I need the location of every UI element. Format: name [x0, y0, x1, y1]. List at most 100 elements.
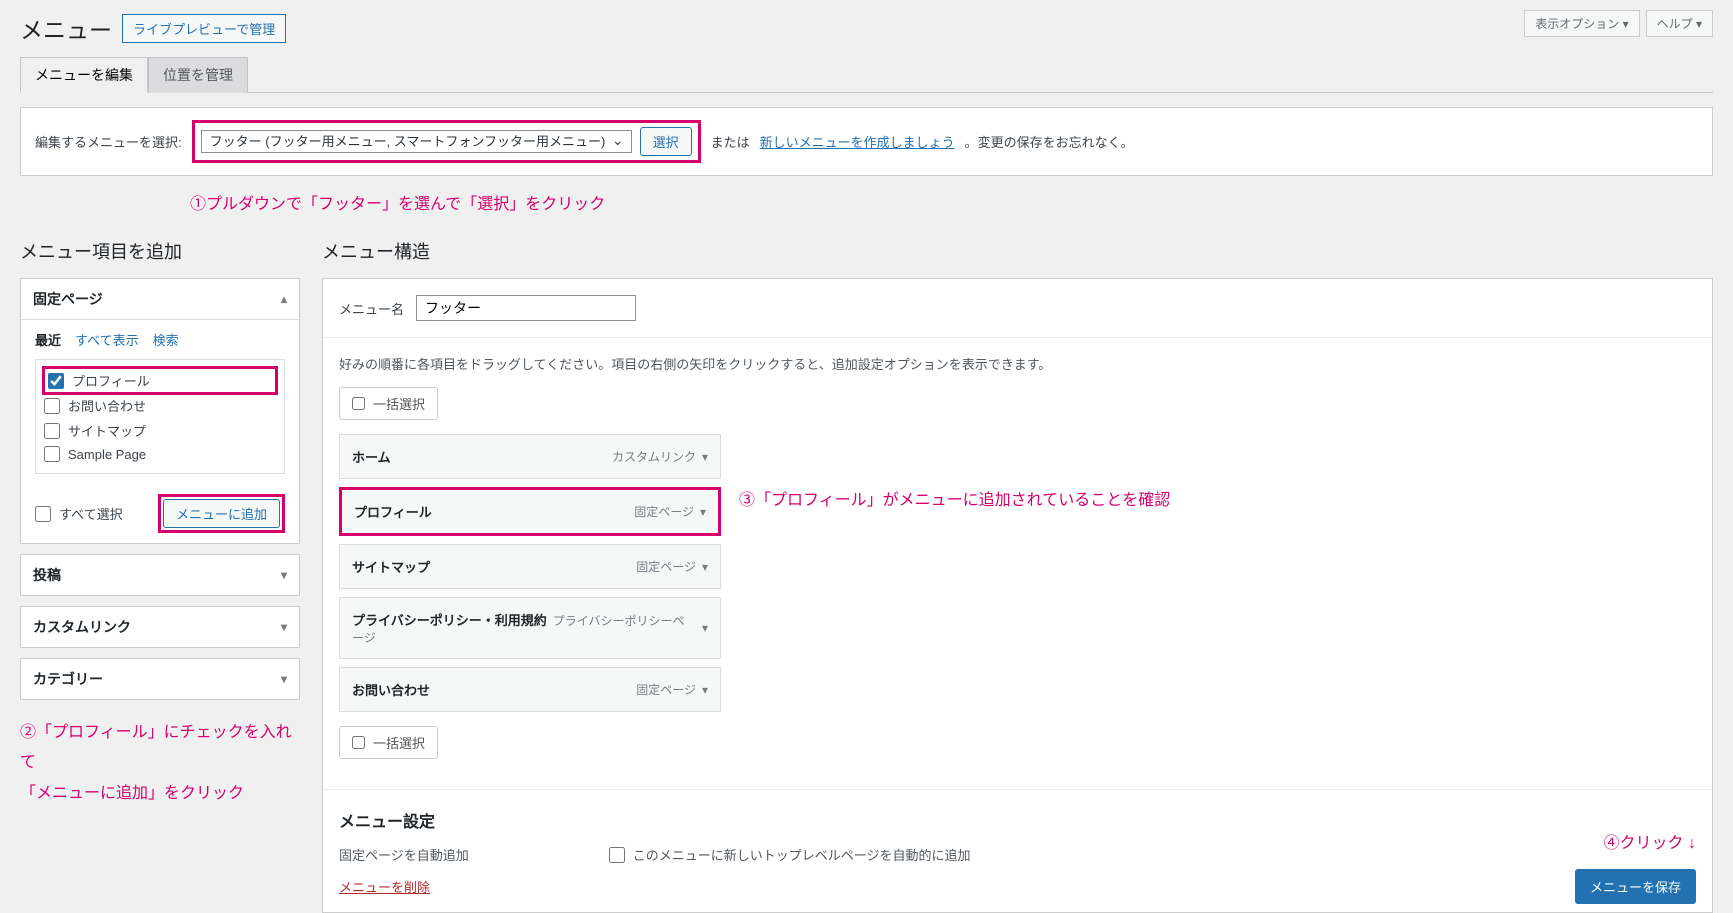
menu-item-title: サイトマップ — [352, 560, 430, 575]
menu-item-type: 固定ページ▾ — [636, 558, 708, 575]
menu-item-title: プロフィール — [354, 505, 432, 520]
bulk-select-label-bottom: 一括選択 — [373, 733, 425, 752]
page-item-label: Sample Page — [68, 447, 146, 462]
metabox-categories-title: カテゴリー — [33, 669, 103, 689]
inner-tab-all[interactable]: すべて表示 — [75, 330, 139, 349]
metabox-posts-toggle[interactable]: 投稿 ▾ — [21, 555, 299, 595]
annotation-2: ②「プロフィール」にチェックを入れて 「メニューに追加」をクリック — [20, 718, 300, 809]
bulk-select-top[interactable]: 一括選択 — [339, 387, 438, 420]
metabox-custom-title: カスタムリンク — [33, 617, 131, 637]
page-item[interactable]: プロフィール — [44, 368, 276, 393]
page-item[interactable]: サイトマップ — [44, 418, 276, 443]
drag-hint: 好みの順番に各項目をドラッグしてください。項目の右側の矢印をクリックすると、追加… — [339, 354, 1696, 373]
metabox-pages: 固定ページ ▴ 最近 すべて表示 検索 プロフィールお問い合わせサイトマップ Sa… — [20, 278, 300, 544]
menu-items-list: ③「プロフィール」がメニューに追加されていることを確認 ホーム カスタムリンク▾ プ… — [339, 434, 1696, 712]
menu-item-type: 固定ページ▾ — [634, 503, 706, 520]
auto-add-text: このメニューに新しいトップレベルページを自動的に追加 — [633, 845, 971, 864]
menu-name-label: メニュー名 — [339, 299, 404, 318]
metabox-pages-toggle[interactable]: 固定ページ ▴ — [21, 279, 299, 320]
menu-item[interactable]: プロフィール 固定ページ▾ — [339, 487, 721, 536]
menu-item[interactable]: お問い合わせ 固定ページ▾ — [339, 667, 721, 712]
metabox-categories-toggle[interactable]: カテゴリー ▾ — [21, 659, 299, 699]
annotation-1: ①プルダウンで「フッター」を選んで「選択」をクリック — [190, 190, 1713, 214]
page-item[interactable]: Sample Page — [44, 443, 276, 465]
menu-item-type: 固定ページ▾ — [636, 681, 708, 698]
metabox-custom-links: カスタムリンク ▾ — [20, 606, 300, 648]
chevron-down-icon[interactable]: ▾ — [702, 621, 708, 635]
delete-menu-link[interactable]: メニューを削除 — [339, 877, 430, 896]
menu-item-title: ホーム — [352, 450, 391, 465]
metabox-categories: カテゴリー ▾ — [20, 658, 300, 700]
caret-down-icon: ▾ — [281, 672, 287, 686]
bulk-select-checkbox[interactable] — [352, 397, 365, 410]
inner-tab-recent[interactable]: 最近 — [35, 330, 61, 349]
menu-item[interactable]: プライバシーポリシー・利用規約プライバシーポリシーページ ▾ — [339, 597, 721, 659]
menu-item-title-wrap: プロフィール — [354, 502, 432, 521]
chevron-down-icon[interactable]: ▾ — [702, 683, 708, 697]
caret-down-icon: ▾ — [281, 620, 287, 634]
select-menu-label: 編集するメニューを選択: — [35, 132, 182, 151]
menu-select[interactable]: フッター (フッター用メニュー, スマートフォンフッター用メニュー) — [201, 130, 632, 153]
annotation-4: ④クリック ↓ — [323, 829, 1712, 853]
live-preview-button[interactable]: ライブプレビューで管理 — [122, 14, 286, 43]
page-item[interactable]: お問い合わせ — [44, 393, 276, 418]
page-item-label: プロフィール — [72, 371, 150, 390]
auto-add-checkbox[interactable] — [609, 847, 625, 863]
caret-up-icon: ▴ — [281, 292, 287, 306]
or-text: または — [711, 132, 750, 151]
menu-item-title-wrap: プライバシーポリシー・利用規約プライバシーポリシーページ — [352, 610, 696, 646]
menu-edit-panel: メニュー名 好みの順番に各項目をドラッグしてください。項目の右側の矢印をクリック… — [322, 278, 1713, 913]
page-item-checkbox[interactable] — [44, 423, 60, 439]
menu-item[interactable]: サイトマップ 固定ページ▾ — [339, 544, 721, 589]
auto-add-option[interactable]: このメニューに新しいトップレベルページを自動的に追加 — [609, 842, 971, 867]
select-all-pages[interactable]: すべて選択 — [35, 501, 123, 526]
create-menu-link[interactable]: 新しいメニューを作成しましょう — [760, 132, 955, 151]
screen-options-button[interactable]: 表示オプション ▾ — [1524, 10, 1639, 37]
menu-item-title: お問い合わせ — [352, 683, 430, 698]
bulk-select-label: 一括選択 — [373, 394, 425, 413]
chevron-down-icon[interactable]: ▾ — [702, 560, 708, 574]
add-to-menu-button[interactable]: メニューに追加 — [163, 499, 280, 528]
chevron-down-icon[interactable]: ▾ — [700, 505, 706, 519]
highlight-select-box: フッター (フッター用メニュー, スマートフォンフッター用メニュー) 選択 — [192, 120, 701, 163]
help-button[interactable]: ヘルプ ▾ — [1646, 10, 1713, 37]
save-menu-button[interactable]: メニューを保存 — [1575, 869, 1696, 904]
auto-add-label: 固定ページを自動追加 — [339, 845, 469, 864]
menu-item-type: ▾ — [696, 621, 708, 635]
menu-item-title-wrap: サイトマップ — [352, 557, 430, 576]
menu-item-type: カスタムリンク▾ — [612, 448, 708, 465]
pages-inner-tabs: 最近 すべて表示 検索 — [21, 320, 299, 359]
after-text: 。変更の保存をお忘れなく。 — [965, 132, 1134, 151]
tab-edit-menus[interactable]: メニューを編集 — [20, 57, 148, 93]
metabox-posts: 投稿 ▾ — [20, 554, 300, 596]
inner-tab-search[interactable]: 検索 — [153, 330, 179, 349]
bulk-select-checkbox-bottom[interactable] — [352, 736, 365, 749]
bulk-select-bottom[interactable]: 一括選択 — [339, 726, 438, 759]
page-title: メニュー — [20, 11, 112, 45]
manage-menus-bar: 編集するメニューを選択: フッター (フッター用メニュー, スマートフォンフッタ… — [20, 107, 1713, 176]
nav-tabs: メニューを編集 位置を管理 — [20, 57, 1713, 93]
caret-down-icon: ▾ — [281, 568, 287, 582]
metabox-custom-toggle[interactable]: カスタムリンク ▾ — [21, 607, 299, 647]
page-item-label: お問い合わせ — [68, 396, 146, 415]
add-items-heading: メニュー項目を追加 — [20, 238, 300, 264]
pages-checklist: プロフィールお問い合わせサイトマップ Sample Page — [35, 359, 285, 474]
annotation-3: ③「プロフィール」がメニューに追加されていることを確認 — [739, 486, 1170, 510]
page-item-checkbox[interactable] — [44, 398, 60, 414]
page-item-checkbox[interactable] — [44, 446, 60, 462]
metabox-posts-title: 投稿 — [33, 565, 61, 585]
metabox-pages-title: 固定ページ — [33, 289, 103, 309]
menu-item-title-wrap: お問い合わせ — [352, 680, 430, 699]
tab-manage-locations[interactable]: 位置を管理 — [148, 57, 248, 93]
page-item-label: サイトマップ — [68, 421, 146, 440]
chevron-down-icon[interactable]: ▾ — [702, 450, 708, 464]
menu-name-input[interactable] — [416, 295, 636, 321]
select-all-checkbox[interactable] — [35, 506, 51, 522]
menu-item-title: プライバシーポリシー・利用規約 — [352, 613, 547, 628]
page-item-checkbox[interactable] — [48, 373, 64, 389]
menu-item-title-wrap: ホーム — [352, 447, 391, 466]
select-all-label: すべて選択 — [59, 504, 123, 523]
menu-structure-heading: メニュー構造 — [322, 238, 1713, 264]
menu-item[interactable]: ホーム カスタムリンク▾ — [339, 434, 721, 479]
select-button[interactable]: 選択 — [640, 127, 692, 156]
